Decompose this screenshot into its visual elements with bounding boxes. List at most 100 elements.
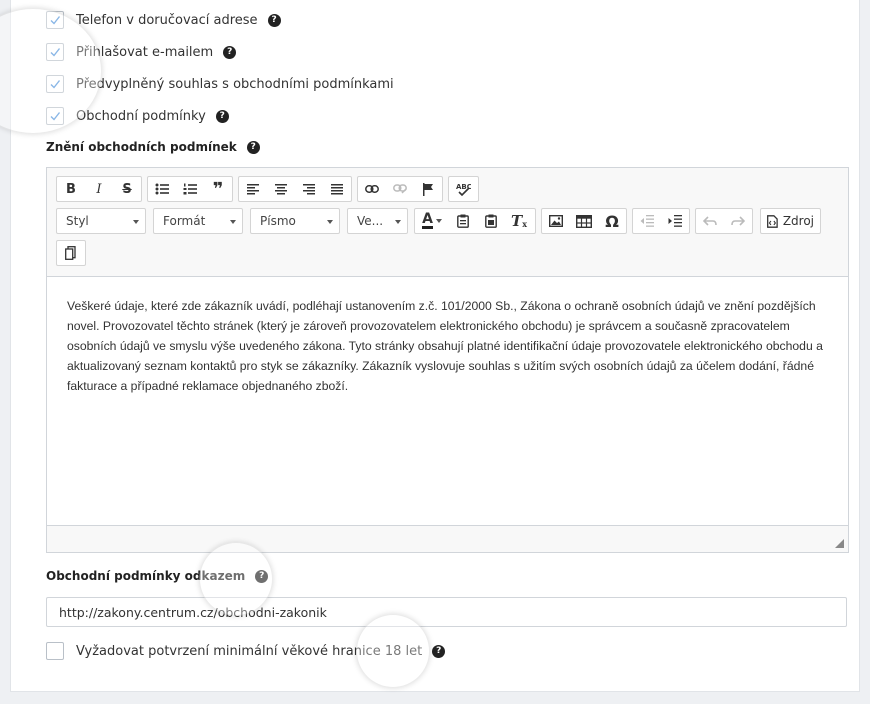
special-char-button[interactable]: Ω [598,209,626,233]
age-verification-checkbox[interactable] [46,642,64,660]
insert-group: Ω [541,208,627,234]
style-select-value: Styl [66,214,89,228]
check-icon [50,48,61,57]
terms-link-heading-label: Obchodní podmínky odkazem [46,569,246,583]
help-icon[interactable]: ? [255,569,269,583]
format-select[interactable]: Formát [153,208,243,234]
check-icon [50,16,61,25]
checkbox-row-terms[interactable]: Obchodní podmínky ? [46,106,229,126]
chevron-down-icon [230,220,236,224]
align-justify-button[interactable] [323,177,351,201]
chevron-down-icon [435,219,442,223]
svg-text:ABC: ABC [456,183,471,191]
editor-statusbar [47,525,848,552]
paste-text-button[interactable] [449,209,477,233]
remove-format-x: x [522,219,527,229]
checkbox-row-prefilled-consent[interactable]: Předvyplněný souhlas s obchodními podmín… [46,74,394,94]
resize-handle-icon[interactable] [835,539,844,548]
chevron-down-icon [133,220,139,224]
spellcheck-button[interactable]: ABC [449,177,477,201]
unlink-icon [393,184,407,194]
remove-format-button[interactable]: Tx [505,209,533,233]
color-format-group: A Tx [414,208,536,234]
anchor-button[interactable] [414,177,442,201]
text-color-button[interactable]: A [415,209,449,233]
checkbox-row-email-login[interactable]: Přihlašovat e-mailem ? [46,42,237,62]
help-icon[interactable]: ? [246,140,260,154]
outdent-icon [640,215,654,227]
blockquote-button[interactable]: ❞ [204,177,232,201]
numbered-list-button[interactable] [176,177,204,201]
link-icon [365,185,379,193]
align-right-icon [303,183,315,194]
strikethrough-button[interactable]: S [113,177,141,201]
insert-table-button[interactable] [570,209,598,233]
editor-content[interactable]: Veškeré údaje, které zde zákazník uvádí,… [67,296,832,396]
bulleted-list-button[interactable] [148,177,176,201]
font-size-select-value: Ve... [357,214,384,228]
email-login-checkbox-label: Přihlašovat e-mailem [76,44,214,60]
help-icon[interactable]: ? [215,109,229,123]
help-icon[interactable]: ? [267,13,281,27]
help-icon[interactable]: ? [432,644,446,658]
prefilled-consent-checkbox[interactable] [46,75,64,93]
image-icon [549,215,563,227]
italic-button[interactable]: I [85,177,113,201]
insert-image-button[interactable] [542,209,570,233]
phone-checkbox-label: Telefon v doručovací adrese [76,12,258,28]
link-button[interactable] [358,177,386,201]
checkbox-row-age-verification[interactable]: Vyžadovat potvrzení minimální věkové hra… [46,641,446,661]
undo-icon [703,216,717,226]
paste-word-button[interactable] [477,209,505,233]
terms-text-heading: Znění obchodních podmínek ? [46,140,260,154]
terms-checkbox[interactable] [46,107,64,125]
align-right-button[interactable] [295,177,323,201]
align-group [238,176,352,202]
flag-icon [423,182,433,196]
list-group: ❞ [147,176,233,202]
check-icon [50,112,61,121]
style-select[interactable]: Styl [56,208,146,234]
align-left-button[interactable] [239,177,267,201]
spellcheck-icon: ABC [456,183,471,196]
clipboard-word-icon [485,214,497,228]
outdent-button[interactable] [633,209,661,233]
age-verification-checkbox-label: Vyžadovat potvrzení minimální věkové hra… [76,643,423,659]
align-center-button[interactable] [267,177,295,201]
bold-button[interactable]: B [57,177,85,201]
terms-link-input[interactable] [46,597,847,627]
redo-button[interactable] [724,209,752,233]
help-icon[interactable]: ? [223,45,237,59]
maximize-group [56,240,86,266]
redo-icon [731,216,745,226]
link-group [357,176,443,202]
unlink-button[interactable] [386,177,414,201]
align-justify-icon [331,183,343,194]
format-select-value: Formát [163,214,206,228]
remove-format-icon: T [511,212,523,230]
bulleted-list-icon [155,183,169,195]
rich-text-editor: B I S ❞ ABC Styl Formát Písmo Ve... A T … [46,167,849,553]
settings-panel: Telefon v doručovací adrese ? Přihlašova… [10,0,860,692]
chevron-down-icon [395,220,401,224]
maximize-button[interactable] [57,241,85,265]
font-select[interactable]: Písmo [250,208,340,234]
undo-button[interactable] [696,209,724,233]
indent-button[interactable] [661,209,689,233]
font-size-select[interactable]: Ve... [347,208,408,234]
terms-text-heading-label: Znění obchodních podmínek [46,140,237,154]
checkbox-row-phone[interactable]: Telefon v doručovací adrese ? [46,10,281,30]
spellcheck-group: ABC [448,176,479,202]
email-login-checkbox[interactable] [46,43,64,61]
source-group[interactable]: Zdroj [760,208,821,234]
document-icon [65,246,76,260]
history-group [695,208,753,234]
basic-styles-group: B I S [56,176,142,202]
phone-checkbox[interactable] [46,11,64,29]
terms-checkbox-label: Obchodní podmínky [76,108,206,124]
terms-link-heading: Obchodní podmínky odkazem ? [46,569,269,583]
font-select-value: Písmo [260,214,296,228]
source-icon [767,214,778,228]
prefilled-consent-checkbox-label: Předvyplněný souhlas s obchodními podmín… [76,76,394,92]
table-icon [576,214,592,228]
